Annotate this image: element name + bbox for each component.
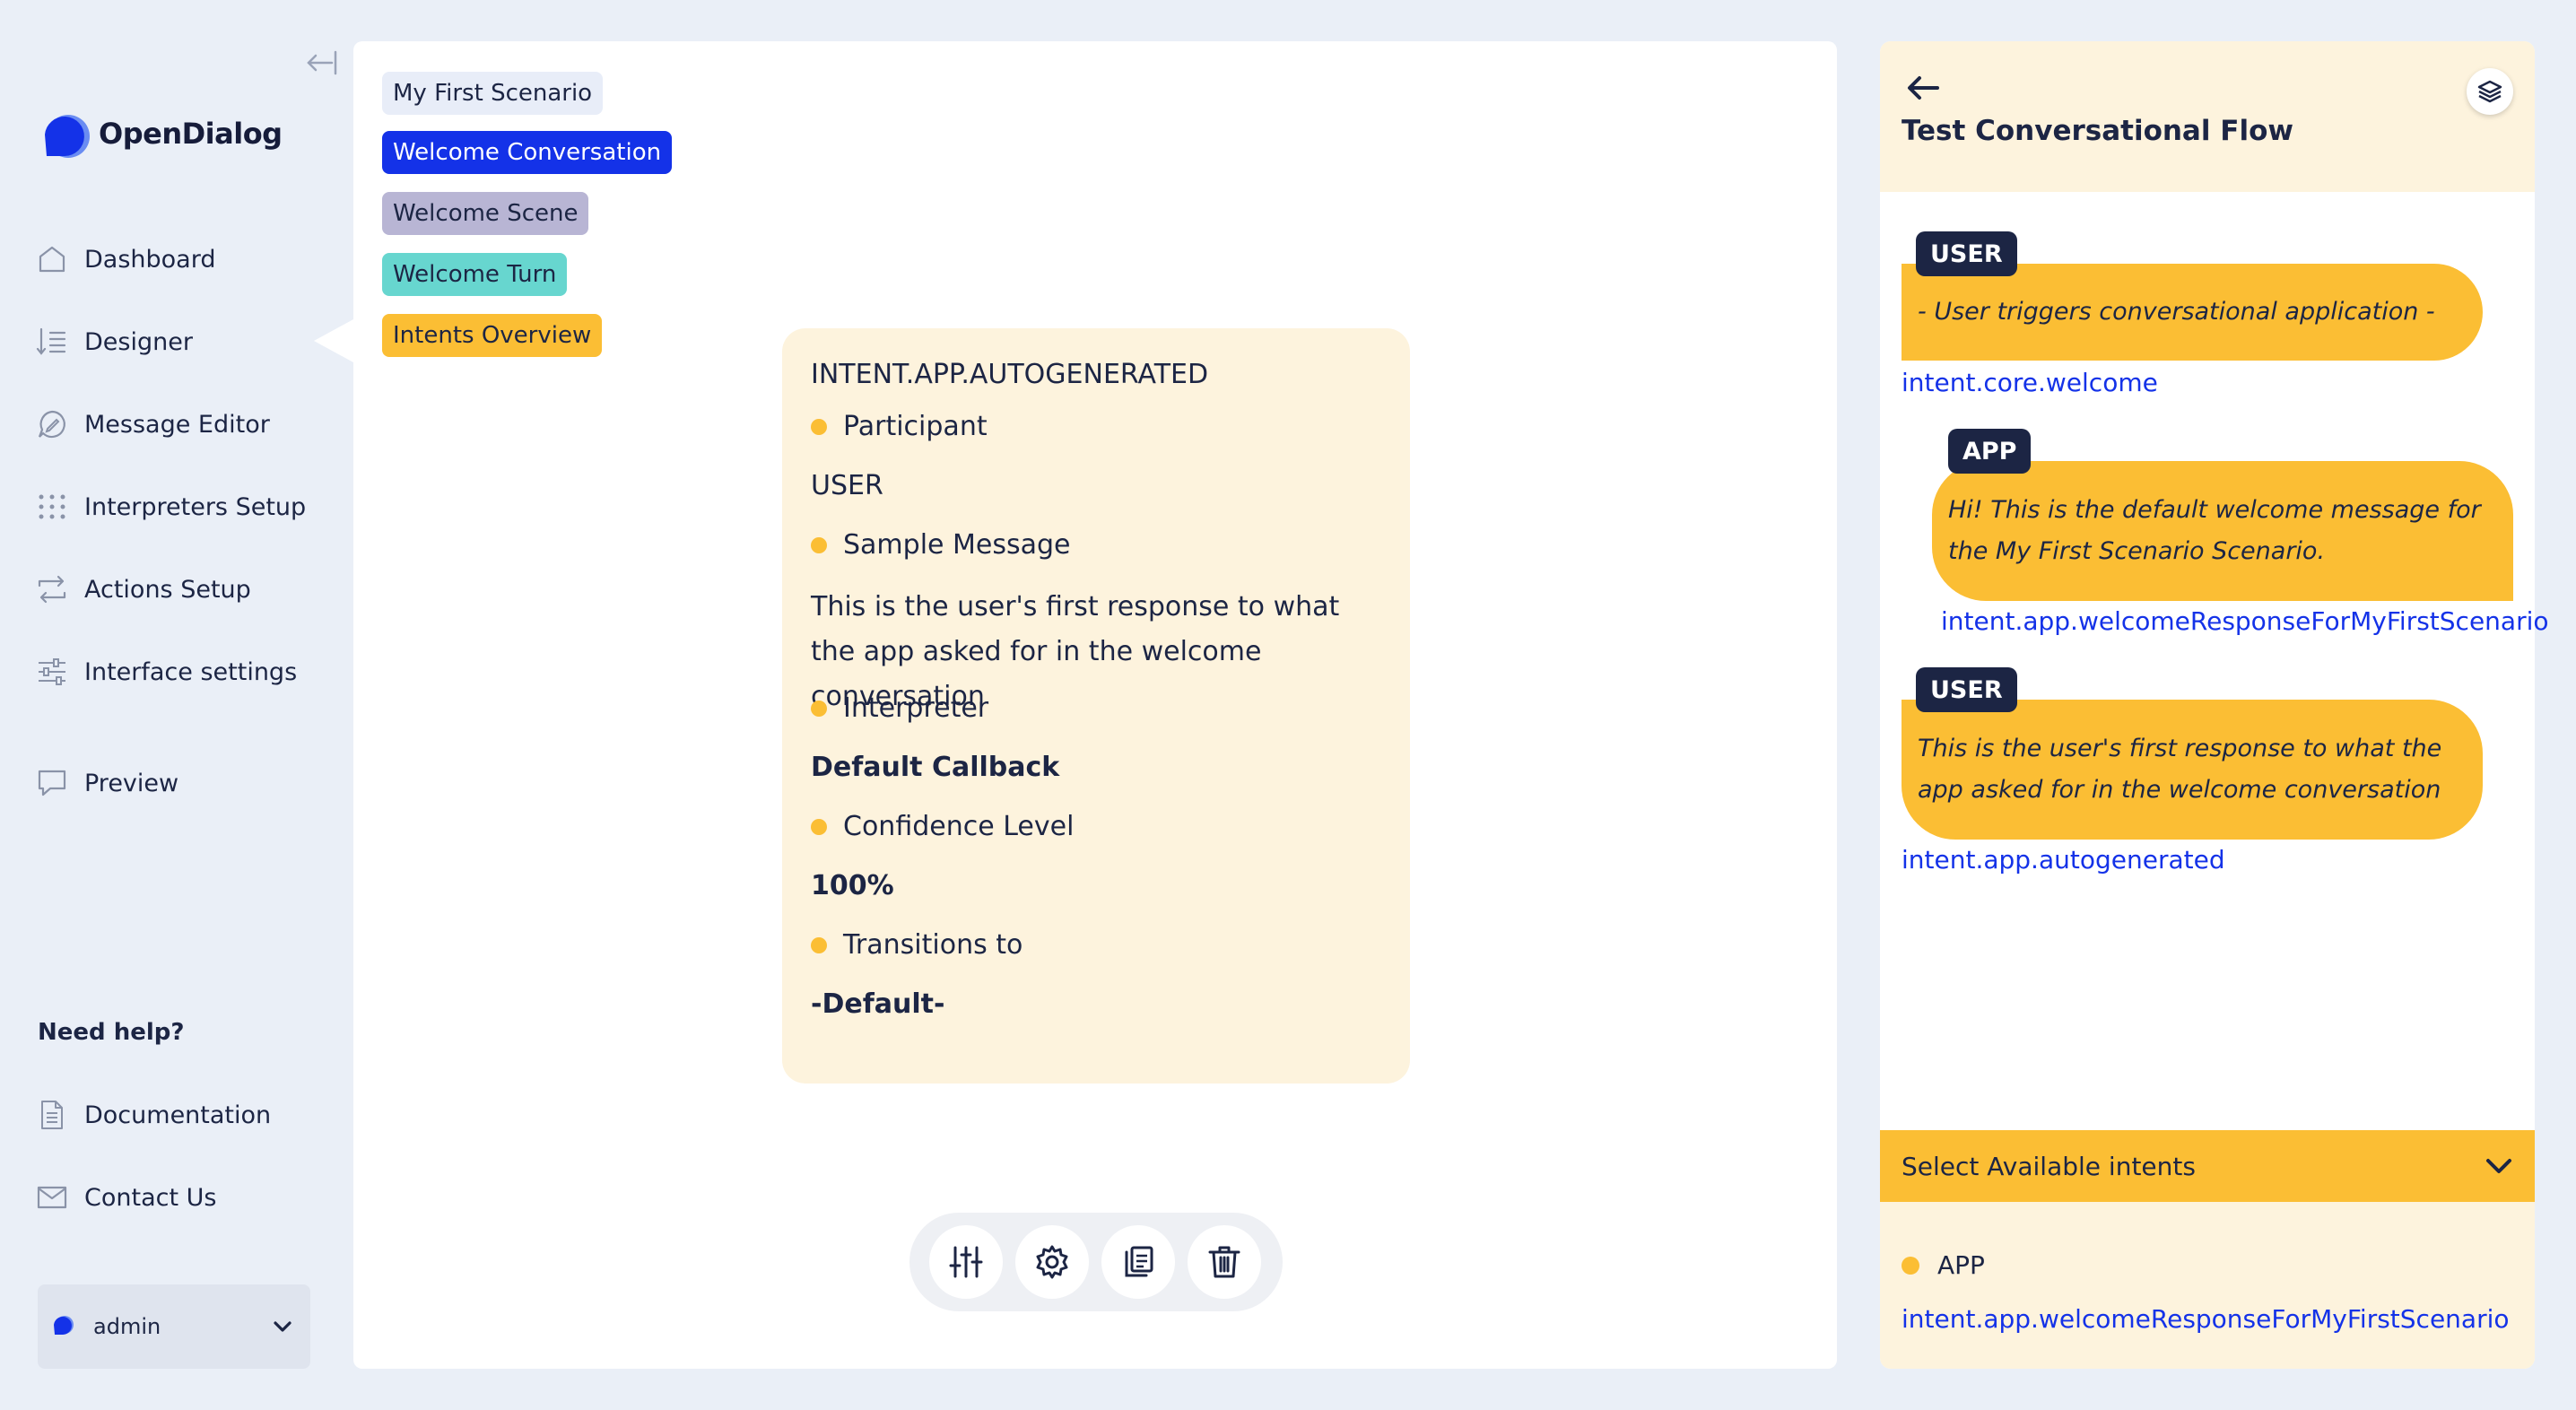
role-badge: USER — [1916, 231, 2017, 276]
participant-label: Participant — [811, 411, 988, 442]
sidebar-item-actions-setup[interactable]: Actions Setup — [36, 567, 332, 612]
intent-card-title: INTENT.APP.AUTOGENERATED — [811, 359, 1209, 390]
list-icon — [36, 326, 68, 358]
sidebar-item-label: Message Editor — [84, 410, 270, 439]
opendialog-logo — [36, 111, 95, 167]
bullet-icon — [811, 936, 827, 953]
adjust-button[interactable] — [929, 1225, 1003, 1299]
confidence-label: Confidence Level — [811, 811, 1074, 842]
sidebar-item-label: Dashboard — [84, 245, 216, 274]
help-title: Need help? — [38, 1019, 185, 1046]
sliders-icon — [949, 1246, 983, 1278]
breadcrumb-conversation[interactable]: Welcome Conversation — [382, 131, 673, 174]
available-intent-participant: APP — [1902, 1250, 1985, 1280]
sidebar-item-label: Interpreters Setup — [84, 492, 307, 521]
collapse-sidebar-icon[interactable] — [303, 45, 339, 81]
interpreter-value: Default Callback — [811, 752, 1060, 783]
sidebar-item-label: Designer — [84, 327, 193, 356]
layers-button[interactable] — [2467, 68, 2513, 115]
user-name: admin — [93, 1314, 161, 1339]
delete-button[interactable] — [1188, 1225, 1261, 1299]
message-bubble: Hi! This is the default welcome message … — [1932, 461, 2513, 601]
envelope-icon — [36, 1181, 68, 1214]
sidebar-item-interpreters-setup[interactable]: Interpreters Setup — [36, 484, 332, 529]
sliders-icon — [36, 656, 68, 688]
sidebar-item-interface-settings[interactable]: Interface settings — [36, 649, 332, 694]
message-bubble: This is the user's first response to wha… — [1902, 700, 2483, 840]
sample-message-label: Sample Message — [811, 529, 1071, 561]
test-panel-title: Test Conversational Flow — [1902, 115, 2294, 147]
chevron-down-icon[interactable] — [271, 1315, 294, 1338]
bullet-icon — [811, 700, 827, 717]
chat-edit-icon — [36, 408, 68, 440]
transitions-value: -Default- — [811, 988, 945, 1020]
breadcrumb-turn[interactable]: Welcome Turn — [382, 253, 568, 296]
bullet-icon — [1902, 1256, 1919, 1275]
brand-name: OpenDialog — [99, 117, 283, 151]
sidebar-item-label: Interface settings — [84, 657, 298, 686]
avatar — [50, 1314, 75, 1339]
sidebar-item-dashboard[interactable]: Dashboard — [36, 237, 332, 282]
bullet-icon — [811, 418, 827, 435]
home-icon — [36, 243, 68, 275]
sidebar-item-preview[interactable]: Preview — [36, 761, 332, 805]
role-badge: USER — [1916, 667, 2017, 712]
select-intents-dropdown[interactable]: Select Available intents — [1880, 1130, 2535, 1202]
copy-icon — [1125, 1246, 1153, 1277]
layers-icon — [2477, 80, 2502, 103]
monitor-icon — [36, 767, 68, 799]
gear-icon — [1036, 1245, 1068, 1279]
arrows-loop-icon — [36, 573, 68, 605]
available-intent-link[interactable]: intent.app.welcomeResponseForMyFirstScen… — [1902, 1304, 2510, 1334]
label-text: Participant — [843, 411, 988, 442]
sidebar-item-designer[interactable]: Designer — [36, 319, 332, 364]
label-text: Transitions to — [843, 929, 1023, 961]
back-arrow-icon[interactable] — [1903, 70, 1943, 106]
bullet-icon — [811, 818, 827, 835]
label-text: Interpreter — [843, 692, 989, 724]
intent-link[interactable]: intent.app.autogenerated — [1902, 845, 2225, 875]
document-icon — [36, 1099, 68, 1131]
intent-link[interactable]: intent.app.welcomeResponseForMyFirstScen… — [1941, 606, 2549, 636]
interpreter-label: Interpreter — [811, 692, 988, 724]
participant-name: APP — [1937, 1250, 1985, 1280]
sidebar-item-label: Actions Setup — [84, 575, 251, 604]
trash-icon — [1208, 1246, 1240, 1278]
chevron-down-icon — [2486, 1159, 2511, 1173]
grid-dots-icon — [36, 491, 68, 523]
contact-us-link[interactable]: Contact Us — [36, 1175, 332, 1220]
active-nav-pointer — [314, 319, 353, 362]
settings-button[interactable] — [1015, 1225, 1089, 1299]
sidebar-item-label: Preview — [84, 769, 179, 797]
message-bubble: - User triggers conversational applicati… — [1902, 264, 2483, 361]
sidebar-item-label: Documentation — [84, 1101, 272, 1129]
intent-link[interactable]: intent.core.welcome — [1902, 368, 2158, 397]
participant-value: USER — [811, 470, 883, 501]
transitions-label: Transitions to — [811, 929, 1023, 961]
documentation-link[interactable]: Documentation — [36, 1092, 332, 1137]
breadcrumb-scenario[interactable]: My First Scenario — [382, 72, 604, 115]
bullet-icon — [811, 536, 827, 553]
breadcrumb-intents-overview[interactable]: Intents Overview — [382, 314, 603, 357]
role-badge: APP — [1948, 429, 2032, 474]
label-text: Sample Message — [843, 529, 1071, 561]
sidebar-item-message-editor[interactable]: Message Editor — [36, 402, 332, 447]
label-text: Confidence Level — [843, 811, 1075, 842]
confidence-value: 100% — [811, 870, 894, 901]
select-intents-label: Select Available intents — [1902, 1151, 2196, 1181]
user-menu[interactable]: admin — [38, 1284, 310, 1369]
duplicate-button[interactable] — [1101, 1225, 1175, 1299]
available-intents-list — [1880, 1202, 2535, 1369]
sidebar-item-label: Contact Us — [84, 1183, 217, 1212]
breadcrumb-scene[interactable]: Welcome Scene — [382, 192, 589, 235]
